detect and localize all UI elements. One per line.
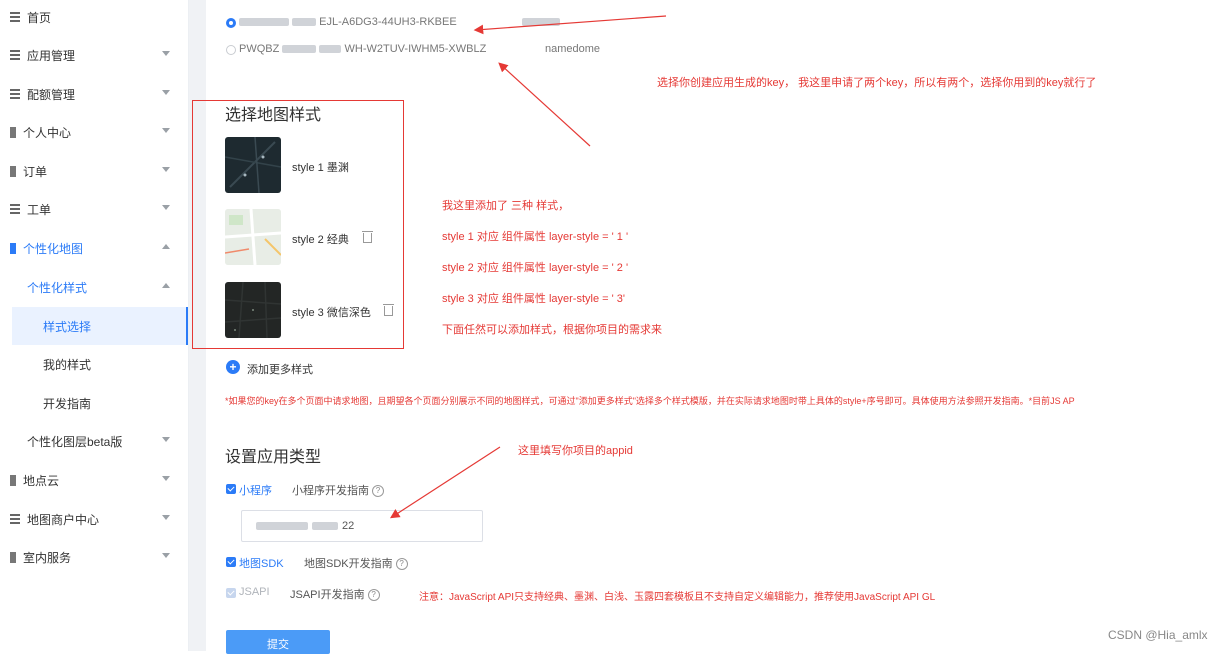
- watermark: CSDN @Hia_amlx: [1108, 628, 1208, 642]
- annotation-arrows: [389, 15, 667, 519]
- arrow-to-key-1: [473, 15, 667, 35]
- arrow-to-key-2: [498, 62, 591, 147]
- arrow-to-appid: [389, 446, 501, 519]
